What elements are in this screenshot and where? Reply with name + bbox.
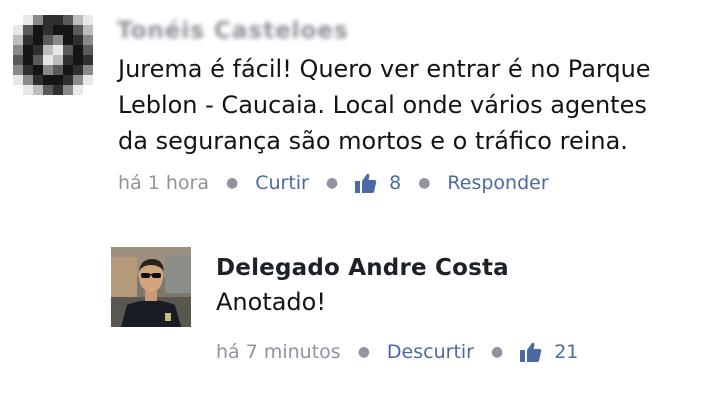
pixel-block bbox=[23, 65, 33, 75]
pixel-block bbox=[83, 15, 93, 25]
unlike-link[interactable]: Descurtir bbox=[387, 341, 474, 363]
pixel-block bbox=[13, 15, 23, 25]
comment-timestamp[interactable]: há 1 hora bbox=[118, 172, 209, 194]
pixel-block bbox=[13, 25, 23, 35]
pixel-block bbox=[43, 35, 53, 45]
pixel-block bbox=[83, 75, 93, 85]
pixel-block bbox=[33, 15, 43, 25]
comment-text-line-3: da segurança são mortos e o tráfico rein… bbox=[118, 127, 628, 155]
pixel-block bbox=[63, 35, 73, 45]
pixel-block bbox=[63, 15, 73, 25]
pixel-block bbox=[23, 25, 33, 35]
pixel-block bbox=[53, 25, 63, 35]
comment-author[interactable]: Delegado Andre Costa bbox=[216, 255, 509, 281]
pixel-block bbox=[33, 35, 43, 45]
pixel-block bbox=[43, 55, 53, 65]
comment-text-line-2: Leblon - Caucaia. Local onde vários agen… bbox=[118, 91, 647, 119]
pixel-block bbox=[53, 85, 63, 95]
pixel-block bbox=[13, 75, 23, 85]
pixel-block bbox=[73, 75, 83, 85]
separator-dot: ● bbox=[325, 175, 339, 191]
pixel-block bbox=[73, 15, 83, 25]
pixel-block bbox=[73, 85, 83, 95]
pixel-block bbox=[33, 25, 43, 35]
pixel-block bbox=[53, 35, 63, 45]
pixel-block bbox=[83, 85, 93, 95]
pixel-block bbox=[43, 65, 53, 75]
pixel-block bbox=[33, 65, 43, 75]
pixel-block bbox=[73, 55, 83, 65]
comment-author[interactable]: Tonéis Casteloes bbox=[117, 18, 349, 44]
pixel-block bbox=[23, 15, 33, 25]
separator-dot: ● bbox=[357, 344, 370, 360]
like-link[interactable]: Curtir bbox=[255, 172, 309, 194]
pixel-block bbox=[63, 55, 73, 65]
pixel-block bbox=[43, 45, 53, 55]
pixel-block bbox=[23, 35, 33, 45]
pixel-block bbox=[13, 85, 23, 95]
pixel-block bbox=[63, 25, 73, 35]
pixel-block bbox=[63, 65, 73, 75]
commenter-avatar[interactable] bbox=[13, 15, 93, 95]
pixel-block bbox=[33, 45, 43, 55]
separator-dot: ● bbox=[418, 175, 431, 191]
pixel-block bbox=[43, 15, 53, 25]
pixel-block bbox=[33, 85, 43, 95]
pixel-block bbox=[53, 55, 63, 65]
profile-photo bbox=[111, 247, 191, 327]
pixel-block bbox=[33, 55, 43, 65]
pixel-block bbox=[83, 65, 93, 75]
pixel-block bbox=[83, 35, 93, 45]
pixel-block bbox=[53, 75, 63, 85]
pixel-block bbox=[83, 25, 93, 35]
pixel-block bbox=[83, 55, 93, 65]
pixel-block bbox=[23, 45, 33, 55]
pixel-block bbox=[73, 25, 83, 35]
pixel-block bbox=[63, 75, 73, 85]
comment-text-line-1: Jurema é fácil! Quero ver entrar é no Pa… bbox=[118, 55, 651, 83]
pixel-block bbox=[73, 35, 83, 45]
like-count[interactable]: 21 bbox=[554, 341, 578, 363]
pixel-block bbox=[63, 45, 73, 55]
pixel-block bbox=[63, 85, 73, 95]
comment-meta: há 1 hora ● Curtir ● 8 ● Responder bbox=[118, 172, 549, 194]
pixel-block bbox=[73, 65, 83, 75]
thumbs-up-icon[interactable] bbox=[355, 173, 377, 193]
pixel-block bbox=[13, 35, 23, 45]
pixel-block bbox=[83, 45, 93, 55]
pixel-block bbox=[33, 75, 43, 85]
pixel-block bbox=[13, 55, 23, 65]
pixel-block bbox=[53, 65, 63, 75]
pixel-block bbox=[13, 45, 23, 55]
commenter-avatar[interactable] bbox=[111, 247, 191, 327]
pixel-block bbox=[53, 45, 63, 55]
pixel-block bbox=[73, 45, 83, 55]
pixel-block bbox=[23, 75, 33, 85]
pixel-block bbox=[23, 55, 33, 65]
separator-dot: ● bbox=[225, 175, 239, 191]
thumbs-up-icon[interactable] bbox=[520, 342, 542, 362]
pixel-block bbox=[43, 25, 53, 35]
comment-timestamp[interactable]: há 7 minutos bbox=[216, 341, 341, 363]
pixel-block bbox=[53, 15, 63, 25]
reply-link[interactable]: Responder bbox=[447, 172, 548, 194]
pixel-block bbox=[43, 75, 53, 85]
pixel-block bbox=[23, 85, 33, 95]
comment-meta: há 7 minutos ● Descurtir ● 21 bbox=[216, 341, 578, 363]
comment-text-line-1: Anotado! bbox=[216, 288, 326, 316]
separator-dot: ● bbox=[490, 344, 504, 360]
pixel-block bbox=[43, 85, 53, 95]
pixel-block bbox=[13, 65, 23, 75]
like-count[interactable]: 8 bbox=[389, 172, 401, 194]
